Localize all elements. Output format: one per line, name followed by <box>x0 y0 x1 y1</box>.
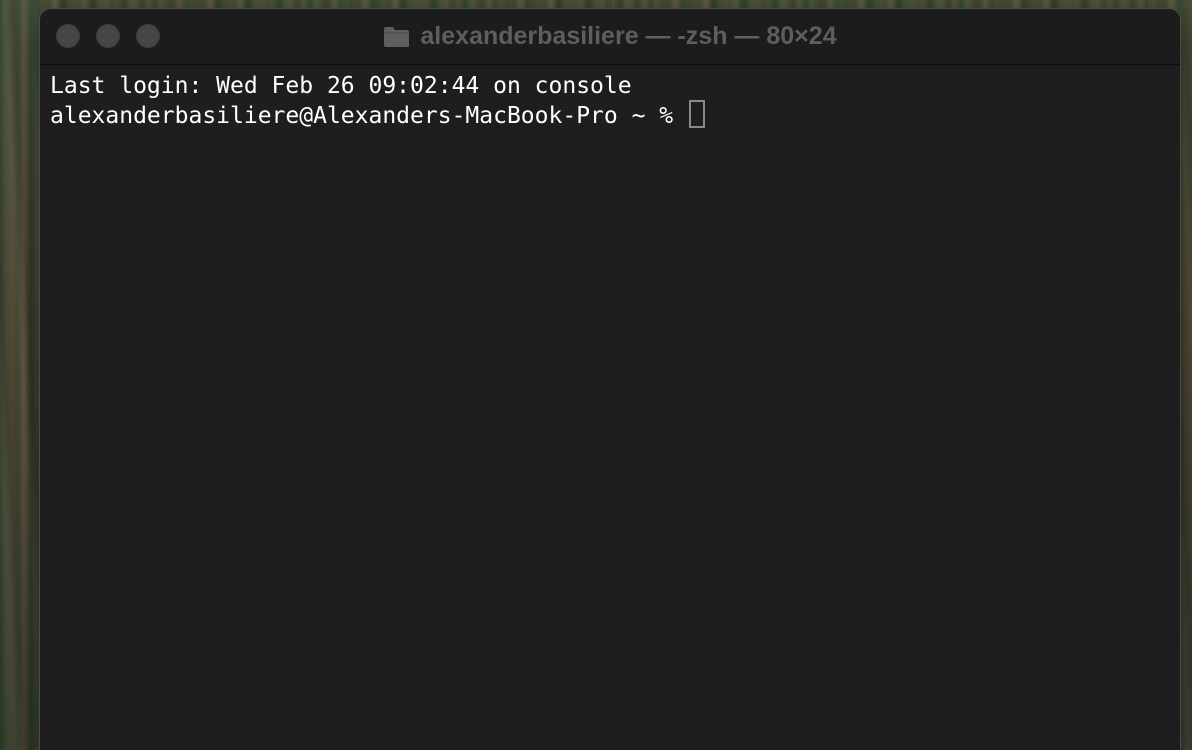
text-cursor <box>688 100 705 128</box>
window-title: alexanderbasiliere — -zsh — 80×24 <box>40 9 1180 64</box>
prompt-line: alexanderbasiliere@Alexanders-MacBook-Pr… <box>50 100 1170 130</box>
shell-prompt: alexanderbasiliere@Alexanders-MacBook-Pr… <box>50 103 687 129</box>
title-bar[interactable]: alexanderbasiliere — -zsh — 80×24 <box>40 9 1180 65</box>
window-title-text: alexanderbasiliere — -zsh — 80×24 <box>420 22 837 50</box>
terminal-output[interactable]: Last login: Wed Feb 26 09:02:44 on conso… <box>40 65 1180 137</box>
last-login-line: Last login: Wed Feb 26 09:02:44 on conso… <box>50 73 632 99</box>
terminal-window[interactable]: alexanderbasiliere — -zsh — 80×24 Last l… <box>40 9 1180 750</box>
folder-icon <box>384 26 410 47</box>
